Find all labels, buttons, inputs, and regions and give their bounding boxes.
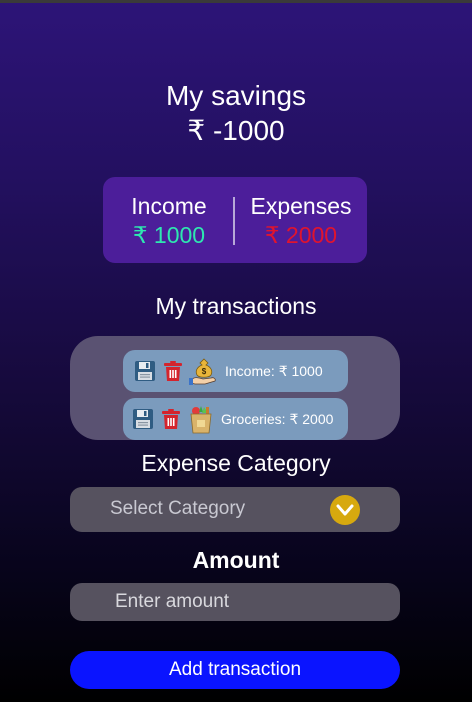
expenses-value: ₹ 2000 — [264, 222, 338, 248]
grocery-bag-icon — [187, 404, 215, 434]
category-select[interactable]: Select Category — [70, 487, 400, 532]
svg-text:$: $ — [202, 367, 207, 376]
income-summary: Income ₹ 1000 — [103, 193, 235, 249]
delete-icon[interactable] — [161, 359, 185, 383]
transactions-list[interactable]: $ Income: ₹ 1000 Groceries: ₹ 2000 — [70, 336, 400, 440]
summary-card: Income ₹ 1000 Expenses ₹ 2000 — [103, 177, 367, 263]
savings-balance: ₹ -1000 — [187, 115, 285, 146]
transaction-item: $ Income: ₹ 1000 — [123, 350, 348, 392]
delete-icon[interactable] — [159, 407, 183, 431]
add-transaction-button[interactable]: Add transaction — [70, 651, 400, 689]
income-value: ₹ 1000 — [132, 222, 206, 248]
expense-category-title: Expense Category — [141, 450, 331, 476]
transaction-label: Groceries: ₹ 2000 — [221, 410, 334, 427]
category-select-placeholder: Select Category — [110, 498, 246, 519]
expenses-label: Expenses — [250, 193, 352, 219]
expenses-summary: Expenses ₹ 2000 — [235, 193, 367, 249]
save-icon[interactable] — [133, 359, 157, 383]
save-icon[interactable] — [131, 407, 155, 431]
income-label: Income — [131, 193, 207, 219]
money-bag-hand-icon: $ — [189, 356, 219, 386]
window-top-border — [0, 0, 472, 3]
transaction-label: Income: ₹ 1000 — [225, 362, 323, 379]
page-title: My savings — [165, 80, 307, 111]
amount-input[interactable] — [70, 583, 400, 621]
transaction-item: Groceries: ₹ 2000 — [123, 398, 348, 440]
amount-title: Amount — [192, 547, 280, 573]
transactions-title: My transactions — [155, 293, 317, 319]
chevron-down-icon[interactable] — [330, 495, 360, 525]
